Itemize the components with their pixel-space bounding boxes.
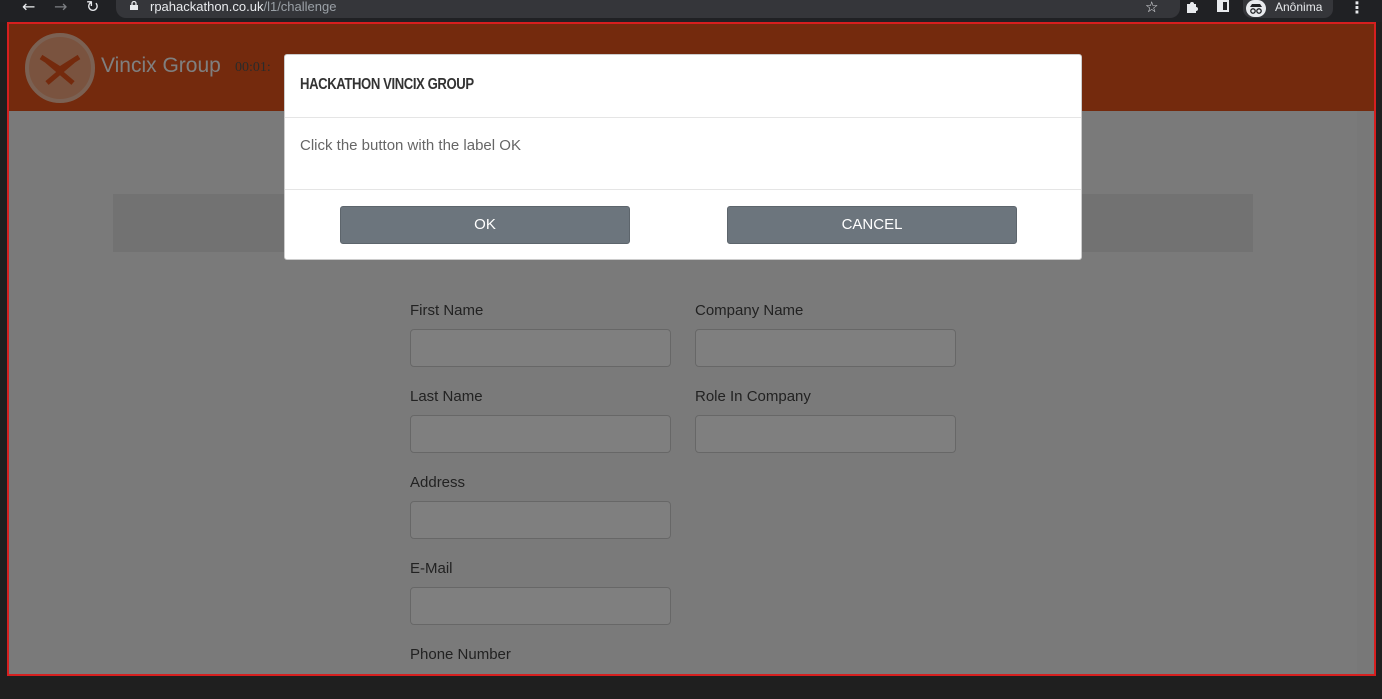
ok-button[interactable]: OK	[340, 206, 630, 244]
reload-icon[interactable]: ↻	[86, 0, 99, 15]
extensions-icon[interactable]	[1185, 0, 1199, 14]
profile-button[interactable]: Anônima	[1243, 0, 1333, 18]
back-arrow-icon[interactable]: ←	[22, 0, 35, 15]
forward-arrow-icon[interactable]: →	[54, 0, 67, 15]
modal-title: HACKATHON VINCIX GROUP	[300, 76, 474, 93]
side-panel-icon[interactable]	[1217, 0, 1229, 12]
modal-message: Click the button with the label OK	[300, 137, 521, 154]
modal-dialog: HACKATHON VINCIX GROUP Click the button …	[284, 54, 1082, 260]
lock-icon	[130, 1, 138, 10]
incognito-icon	[1246, 0, 1266, 17]
bottom-strip	[0, 676, 1382, 699]
menu-dots-icon[interactable]: ⋮	[1349, 0, 1365, 17]
star-icon[interactable]: ☆	[1145, 0, 1158, 16]
url-text: rpahackathon.co.uk/l1/challenge	[150, 0, 337, 14]
divider	[285, 117, 1081, 118]
divider	[285, 189, 1081, 190]
browser-toolbar: ← → ↻ rpahackathon.co.uk/l1/challenge ☆ …	[0, 0, 1382, 22]
cancel-button[interactable]: CANCEL	[727, 206, 1017, 244]
profile-label: Anônima	[1275, 0, 1323, 14]
address-bar[interactable]: rpahackathon.co.uk/l1/challenge ☆	[116, 0, 1180, 18]
